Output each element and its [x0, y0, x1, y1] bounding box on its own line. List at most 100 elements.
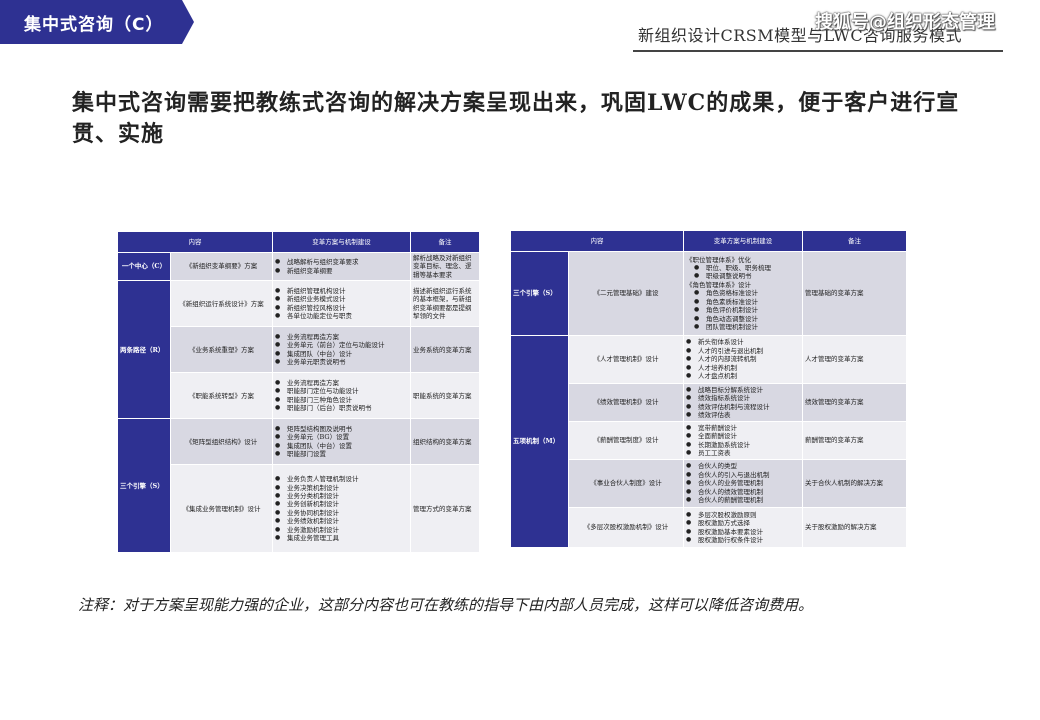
row-items: 矩阵型结构图及说明书业务单元（BG）设置集成团队（中台）设置职能部门设置	[272, 418, 411, 466]
bullet-item: 业务单元职责说明书	[275, 358, 408, 367]
header-note: 备注	[802, 230, 907, 252]
bullet-item: 业务单元（前台）定位与功能设计	[275, 341, 408, 350]
row-items: 战略解析与组织变革要求新组织变革纲要	[272, 251, 411, 282]
row-content: 《多层次股权激励机制》设计	[568, 507, 684, 548]
bullet-item: 职能部门定位与功能设计	[275, 387, 408, 396]
table-row: 《事业合伙人制度》设计 合伙人的类型合伙人的引入与退出机制合伙人的业务管理机制合…	[511, 459, 907, 508]
group-label-center: 一个中心（C）	[117, 251, 171, 282]
header-content: 内容	[510, 230, 684, 252]
bullet-item: 宽带薪酬设计	[686, 424, 800, 433]
row-content: 《集成业务管理机制》设计	[170, 464, 273, 554]
header-content: 内容	[117, 231, 273, 253]
bullet-item: 绩效评估机制与流程设计	[686, 403, 800, 412]
bullet-item: 多层次股权激励原则	[686, 511, 800, 520]
row-items: 宽带薪酬设计全面薪酬设计长期激励系统设计员工工资表	[683, 421, 803, 460]
bullet-item: 业务负责人管理机制设计	[275, 475, 408, 484]
row-items: 业务负责人管理机制设计业务决策机制设计业务分类机制设计业务创新机制设计业务协同机…	[272, 464, 411, 554]
bullet-item: 合伙人的绩效管理机制	[686, 488, 800, 497]
bullet-item: 角色评价机制设计	[686, 306, 800, 315]
bullet-item: 新组织业务模式设计	[275, 295, 408, 304]
bullet-item: 业务激励机制设计	[275, 526, 408, 535]
header-plan: 变革方案与机制建设	[683, 230, 803, 252]
bullet-item: 集成团队（中台）设置	[275, 442, 408, 451]
bullet-item: 角色资格标准设计	[686, 289, 800, 298]
right-plan-table: 内容 变革方案与机制建设 备注 三个引擎（S） 《二元管理基础》建设 《职位管理…	[510, 230, 907, 548]
table-header-row: 内容 变革方案与机制建设 备注	[510, 230, 907, 252]
row-items: 战略目标分解系统设计绩效指标系统设计绩效评估机制与流程设计绩效评估表	[683, 383, 803, 422]
left-plan-table: 内容 变革方案与机制建设 备注 一个中心（C） 《新组织变革纲要》方案 战略解析…	[117, 231, 480, 554]
row-content: 《新组织变革纲要》方案	[170, 251, 273, 282]
table-row: 五项机制（M） 《人才管理机制》设计 新头衔体系设计人才的引进与退出机制人才的内…	[510, 335, 907, 548]
bullet-item: 角色动态调整设计	[686, 315, 800, 324]
row-content: 《薪酬管理制度》设计	[568, 421, 684, 460]
row-items: 业务流程再造方案职能部门定位与功能设计职能部门三种角色设计职能部门（后台）职责说…	[272, 372, 411, 420]
header-note: 备注	[410, 231, 480, 253]
row-content: 《事业合伙人制度》设计	[568, 459, 684, 508]
row-note: 管理基础的变革方案	[802, 251, 907, 336]
row-note: 管理方式的变革方案	[410, 464, 480, 554]
header-plan: 变革方案与机制建设	[272, 231, 411, 253]
row-content: 《业务系统重塑》方案	[170, 326, 273, 374]
table-row: 两条路径（R） 《新组织运行系统设计》方案 新组织管理机构设计新组织业务模式设计…	[117, 280, 480, 420]
bullet-item: 员工工资表	[686, 449, 800, 458]
table-row: 一个中心（C） 《新组织变革纲要》方案 战略解析与组织变革要求新组织变革纲要 解…	[117, 251, 480, 282]
bullet-item: 团队管理机制设计	[686, 323, 800, 332]
bullet-item: 职能部门（后台）职责说明书	[275, 404, 408, 413]
bullet-item: 股权激励基本要素设计	[686, 528, 800, 537]
row-note: 描述新组织运行系统的基本框架，与新组织变革纲要都是提纲挈领的文件	[410, 280, 480, 328]
bullet-item: 集成团队（中台）设计	[275, 350, 408, 359]
bullet-item: 股权激励方式选择	[686, 519, 800, 528]
row-note: 职能系统的变革方案	[410, 372, 480, 420]
bullet-item: 职能部门三种角色设计	[275, 396, 408, 405]
row-note: 人才管理的变革方案	[802, 335, 907, 384]
table-row: 《集成业务管理机制》设计 业务负责人管理机制设计业务决策机制设计业务分类机制设计…	[118, 464, 480, 554]
footnote: 注释：对于方案呈现能力强的企业，这部分内容也可在教练的指导下由内部人员完成，这样…	[78, 596, 814, 614]
group-label-mechanisms: 五项机制（M）	[510, 335, 569, 548]
group-label-engines: 三个引擎（S）	[510, 251, 569, 336]
bullet-item: 角色素质标准设计	[686, 298, 800, 307]
table-row: 《绩效管理机制》设计 战略目标分解系统设计绩效指标系统设计绩效评估机制与流程设计…	[511, 383, 907, 422]
row-note: 解析战略及对新组织变革目标、理念、逻辑等基本要求	[410, 251, 480, 282]
row-note: 关于股权激励的解决方案	[802, 507, 907, 548]
row-note: 业务系统的变革方案	[410, 326, 480, 374]
bullet-item: 股权激励行权条件设计	[686, 536, 800, 545]
row-content: 《二元管理基础》建设	[568, 251, 684, 336]
bullet-item: 《职位管理体系》优化	[686, 255, 751, 264]
row-content: 《人才管理机制》设计	[568, 335, 684, 384]
bullet-item: 全面薪酬设计	[686, 432, 800, 441]
bullet-item: 业务创新机制设计	[275, 500, 408, 509]
row-note: 组织结构的变革方案	[410, 418, 480, 466]
table-header-row: 内容 变革方案与机制建设 备注	[117, 231, 480, 253]
row-items: 业务流程再造方案业务单元（前台）定位与功能设计集成团队（中台）设计业务单元职责说…	[272, 326, 411, 374]
row-items: 《职位管理体系》优化职位、职级、职务梳理职级调整说明书《角色管理体系》设计角色资…	[683, 251, 803, 336]
bullet-item: 绩效评估表	[686, 411, 800, 420]
bullet-item: 职能部门设置	[275, 450, 408, 459]
table-row: 《薪酬管理制度》设计 宽带薪酬设计全面薪酬设计长期激励系统设计员工工资表 薪酬管…	[511, 421, 907, 460]
table-row: 《业务系统重塑》方案 业务流程再造方案业务单元（前台）定位与功能设计集成团队（中…	[118, 326, 480, 374]
bullet-item: 各单位功能定位与职责	[275, 312, 408, 321]
group-label-engines: 三个引擎（S）	[117, 418, 171, 554]
row-items: 多层次股权激励原则股权激励方式选择股权激励基本要素设计股权激励行权条件设计	[683, 507, 803, 548]
group-label-paths: 两条路径（R）	[117, 280, 171, 420]
row-content: 《职能系统转型》方案	[170, 372, 273, 420]
bullet-item: 业务绩效机制设计	[275, 517, 408, 526]
bullet-item: 合伙人的薪酬管理机制	[686, 496, 800, 505]
bullet-item: 新组织管控风格设计	[275, 304, 408, 313]
bullet-item: 集成业务管理工具	[275, 534, 408, 543]
row-items: 合伙人的类型合伙人的引入与退出机制合伙人的业务管理机制合伙人的绩效管理机制合伙人…	[683, 459, 803, 508]
table-row: 《多层次股权激励机制》设计 多层次股权激励原则股权激励方式选择股权激励基本要素设…	[511, 507, 907, 548]
bullet-item: 合伙人的类型	[686, 462, 800, 471]
section-tag-label: 集中式咨询（C）	[24, 15, 164, 35]
bullet-item: 业务协同机制设计	[275, 509, 408, 518]
bullet-item: 人才盘点机制	[686, 372, 800, 381]
bullet-item: 职级调整说明书	[686, 272, 800, 281]
row-items: 新头衔体系设计人才的引进与退出机制人才的内部流转机制人才培养机制人才盘点机制	[683, 335, 803, 384]
row-content: 《新组织运行系统设计》方案	[170, 280, 273, 328]
bullet-item: 合伙人的业务管理机制	[686, 479, 800, 488]
section-tag: 集中式咨询（C）	[0, 0, 195, 44]
row-note: 薪酬管理的变革方案	[802, 421, 907, 460]
row-content: 《绩效管理机制》设计	[568, 383, 684, 422]
table-row: 三个引擎（S） 《矩阵型组织结构》设计 矩阵型结构图及说明书业务单元（BG）设置…	[117, 418, 480, 554]
bullet-item: 战略解析与组织变革要求	[275, 258, 408, 267]
page-heading: 集中式咨询需要把教练式咨询的解决方案呈现出来，巩固LWC的成果，便于客户进行宣贯…	[72, 90, 960, 147]
